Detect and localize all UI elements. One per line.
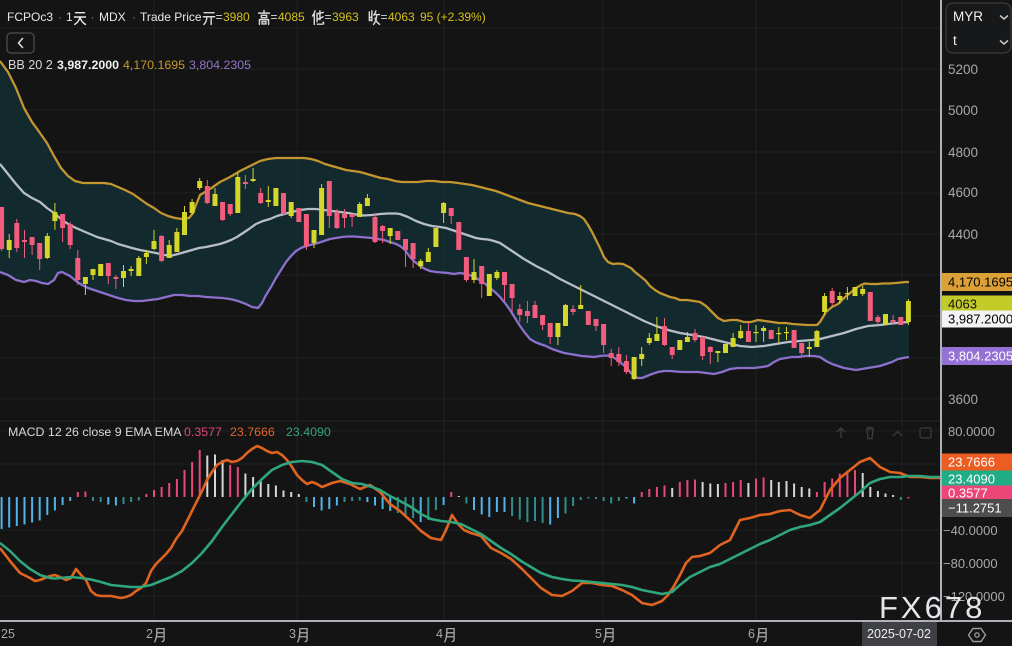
svg-text:3: 3 (289, 627, 296, 641)
svg-text:23.4090: 23.4090 (948, 472, 995, 487)
svg-text:=: = (325, 10, 332, 24)
svg-text:·: · (58, 10, 62, 24)
svg-text:6: 6 (748, 627, 755, 641)
svg-text:−11.2751: −11.2751 (948, 501, 1002, 516)
svg-text:=: = (381, 10, 388, 24)
svg-text:25: 25 (1, 627, 15, 641)
svg-text:0.3577: 0.3577 (948, 486, 988, 501)
svg-text:3,987.2000: 3,987.2000 (948, 312, 1012, 327)
svg-text:95 (+2.39%): 95 (+2.39%) (420, 10, 486, 24)
svg-text:Trade Price: Trade Price (140, 10, 202, 24)
svg-text:23.7666: 23.7666 (948, 455, 995, 470)
svg-text:4600: 4600 (948, 185, 978, 200)
svg-text:3980: 3980 (223, 10, 250, 24)
svg-text:t: t (953, 33, 957, 48)
svg-text:2: 2 (146, 627, 153, 641)
svg-text:BB 20 2: BB 20 2 (8, 58, 53, 72)
svg-text:3,987.2000: 3,987.2000 (57, 58, 119, 72)
svg-text:5: 5 (595, 627, 602, 641)
svg-text:4063: 4063 (388, 10, 415, 24)
svg-text:4400: 4400 (948, 227, 978, 242)
svg-text:FX678: FX678 (879, 590, 985, 625)
svg-text:MACD 12 26 close 9 EMA EMA: MACD 12 26 close 9 EMA EMA (8, 425, 182, 439)
svg-text:23.7666: 23.7666 (230, 425, 275, 439)
svg-text:=: = (216, 10, 223, 24)
svg-text:3,804.2305: 3,804.2305 (189, 58, 251, 72)
svg-text:2025-07-02: 2025-07-02 (867, 627, 931, 641)
svg-text:80.0000: 80.0000 (948, 424, 995, 439)
svg-text:3963: 3963 (332, 10, 359, 24)
svg-text:4063: 4063 (948, 297, 977, 312)
svg-text:1: 1 (66, 10, 73, 24)
svg-text:=: = (271, 10, 278, 24)
svg-text:·: · (132, 10, 136, 24)
svg-text:3600: 3600 (948, 392, 978, 407)
svg-text:MDX: MDX (99, 10, 126, 24)
svg-text:4800: 4800 (948, 145, 978, 160)
svg-text:23.4090: 23.4090 (286, 425, 331, 439)
svg-text:FCPOc3: FCPOc3 (7, 10, 53, 24)
svg-text:4085: 4085 (278, 10, 305, 24)
svg-text:4,170.1695: 4,170.1695 (123, 58, 185, 72)
svg-text:−80.0000: −80.0000 (943, 556, 998, 571)
svg-text:4: 4 (436, 627, 443, 641)
svg-text:MYR: MYR (953, 9, 983, 24)
svg-text:5000: 5000 (948, 103, 978, 118)
svg-text:5200: 5200 (948, 62, 978, 77)
svg-text:0.3577: 0.3577 (184, 425, 222, 439)
svg-text:·: · (91, 10, 95, 24)
svg-text:3,804.2305: 3,804.2305 (948, 349, 1012, 364)
svg-text:−40.0000: −40.0000 (943, 523, 998, 538)
svg-text:4,170.1695: 4,170.1695 (948, 275, 1012, 290)
